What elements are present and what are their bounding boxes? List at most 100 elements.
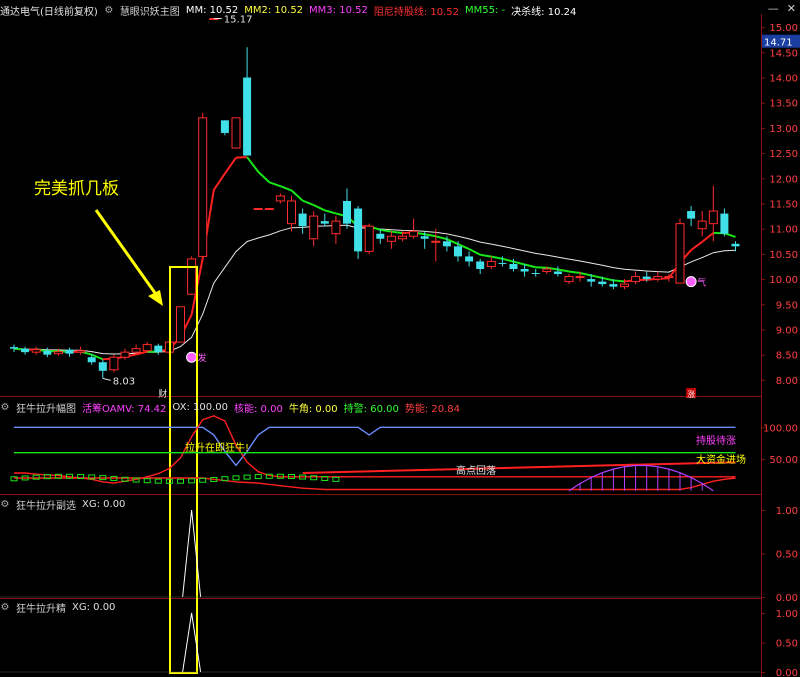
close-icon[interactable]: ✕ [787, 2, 796, 15]
candle-body [687, 211, 696, 219]
candle-body [120, 351, 130, 358]
low-price-pointer [102, 377, 111, 381]
ma-trend-segment [391, 230, 403, 234]
ma-trend-segment [224, 157, 237, 175]
candle-body [53, 351, 63, 355]
candle-body [609, 284, 618, 287]
candle-body [87, 357, 96, 363]
candle-body [454, 246, 462, 257]
candle-body [542, 268, 552, 273]
candle-body [520, 269, 529, 272]
mm55-value: MM55: - [465, 4, 506, 16]
candle-body [309, 215, 319, 240]
ma-trend-segment [690, 240, 703, 251]
sub2-indicator-name[interactable]: 狂牛拉升副选 [16, 497, 76, 512]
sub1-launch-text: 拉升在即狂牛! [185, 441, 249, 454]
main-indicator-name[interactable]: 慧眼识妖主图 [120, 3, 180, 18]
marker-zhang-label: 涨 [687, 389, 695, 399]
candle-body [708, 210, 718, 225]
sub2-tick-label: 1.00 [776, 506, 798, 517]
candle-body [287, 200, 296, 225]
candle-body [675, 223, 685, 284]
candle-body [43, 350, 52, 355]
marker-cai-label: 财 [158, 388, 167, 400]
candle-body [575, 276, 585, 279]
sub1-capital-text: 大资金进场 [696, 453, 746, 466]
sub1-line-ox [14, 426, 736, 467]
candle-body [176, 306, 185, 343]
price-tick-mark [761, 329, 765, 331]
sub3-xg-value: XG: 0.00 [72, 601, 116, 613]
ma-trend-segment [468, 248, 481, 256]
candle-body [564, 276, 574, 283]
current-price-label: 14.71 [764, 38, 793, 49]
sub1-green-bar [154, 478, 162, 484]
power-value: 核能: 0.00 [234, 403, 283, 415]
ma-trend-segment [579, 272, 592, 277]
ma-trend-segment [590, 274, 603, 279]
ma-trend-segment [268, 181, 281, 188]
price-tick-mark [761, 253, 765, 255]
candle-body [465, 256, 474, 262]
price-axis-line [761, 14, 762, 677]
candle-body [343, 200, 351, 224]
minimize-icon[interactable]: — [768, 2, 779, 15]
sub2-tick-mark [761, 553, 765, 555]
price-tick-mark [761, 354, 765, 356]
stock-title[interactable]: 通达电气(日线前复权) [0, 3, 98, 18]
annotation-arrow-head [148, 290, 163, 306]
sub1-settings-gear-icon[interactable]: ⚙ [0, 402, 10, 413]
candle-body [131, 348, 141, 353]
price-tick-mark [761, 27, 765, 29]
candle-body [10, 347, 18, 349]
ma-trend-segment [424, 233, 436, 238]
price-tick-label: 11.00 [769, 225, 798, 236]
ma-trend-segment [524, 263, 536, 269]
sub1-indicator-name[interactable]: 狂牛拉升幅图 [16, 400, 76, 415]
price-tick-mark [761, 127, 765, 129]
ox-value: OX: 100.00 [172, 401, 228, 413]
stock-chart-canvas[interactable]: 8.00 8.50 9.00 9.50 10.00 10.50 11.00 11.50 12.0… [0, 0, 800, 677]
candle-body [509, 263, 518, 270]
sub1-tick-label: 50.00 [769, 455, 798, 466]
price-tick-label: 13.00 [769, 124, 798, 135]
candle-body [65, 349, 74, 354]
candle-body [486, 260, 496, 267]
sub1-green-bar [232, 475, 240, 481]
sub1-header: ⚙ 狂牛拉升幅图 活筹OAMV: 74.42 OX: 100.00 核能: 0.… [0, 400, 461, 415]
ma-trend-segment [602, 276, 614, 282]
oamv-value: 活筹OAMV: 74.42 [82, 403, 167, 415]
ma-trend-segment [613, 279, 625, 283]
ma-trend-segment [246, 156, 259, 173]
settings-gear-icon[interactable]: ⚙ [104, 5, 114, 16]
candle-body [198, 117, 208, 257]
price-tick-mark [761, 153, 765, 155]
mm-value: MM: 10.52 [185, 4, 239, 16]
sub3-settings-gear-icon[interactable]: ⚙ [0, 602, 10, 613]
sub3-indicator-name[interactable]: 狂牛拉升精 [16, 600, 66, 615]
price-tick-label: 8.00 [776, 376, 798, 387]
ma-trend-segment [212, 173, 226, 191]
ma-trend-segment [535, 266, 547, 269]
panel-divider [0, 598, 761, 599]
candle-body [154, 345, 163, 353]
sub2-header: ⚙ 狂牛拉升副选 XG: 0.00 [0, 497, 126, 512]
candle-body [264, 208, 274, 211]
candle-body [142, 344, 152, 352]
sub1-line-oamv [14, 415, 736, 484]
ma-trend-segment [235, 156, 248, 159]
ma-trend-segment [480, 253, 492, 258]
candle-body [187, 258, 197, 295]
sub1-green-bar [143, 478, 151, 484]
ma-trend-segment [302, 199, 315, 206]
decision-line-value: 决杀线: 10.24 [511, 6, 577, 18]
candle-body [398, 235, 407, 240]
sub1-trend-line [302, 461, 736, 474]
price-tick-mark [761, 304, 765, 306]
hold-alert-value: 持警: 60.00 [343, 403, 399, 415]
sub2-settings-gear-icon[interactable]: ⚙ [0, 499, 10, 510]
price-tick-label: 14.00 [769, 73, 798, 84]
sub3-tick-mark [761, 672, 765, 673]
sub2-tick-mark [761, 510, 765, 511]
bull-value: 牛角: 0.00 [288, 403, 338, 415]
